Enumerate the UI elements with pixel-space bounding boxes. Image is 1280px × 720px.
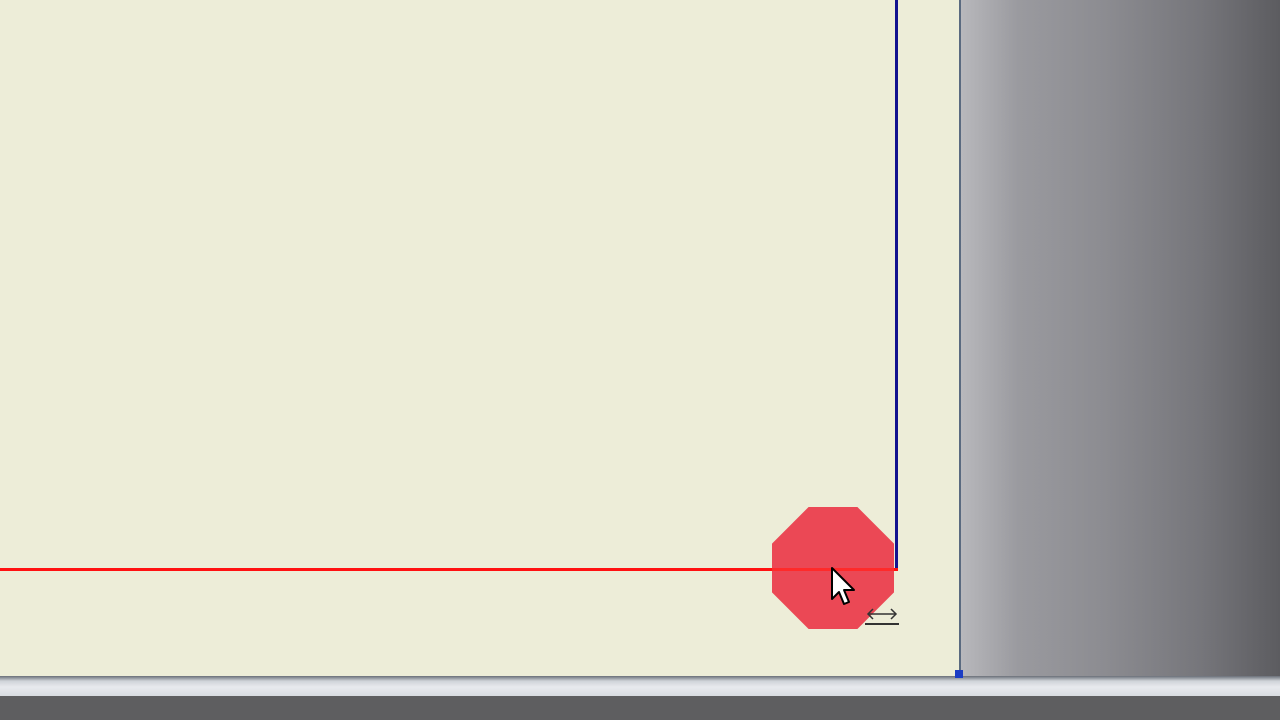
drawing-canvas[interactable] [0,0,1280,720]
horizontal-scrollbar[interactable] [0,676,1280,696]
vertical-drawn-line[interactable] [895,0,898,570]
arrow-cursor-icon [831,567,855,605]
status-bar [0,696,1280,720]
page-right-border [959,0,961,676]
horizontal-resize-icon [865,608,899,625]
workspace-gray-area [961,0,1280,676]
page-corner-handle[interactable] [955,670,963,678]
horizontal-drawn-line[interactable] [0,568,898,571]
